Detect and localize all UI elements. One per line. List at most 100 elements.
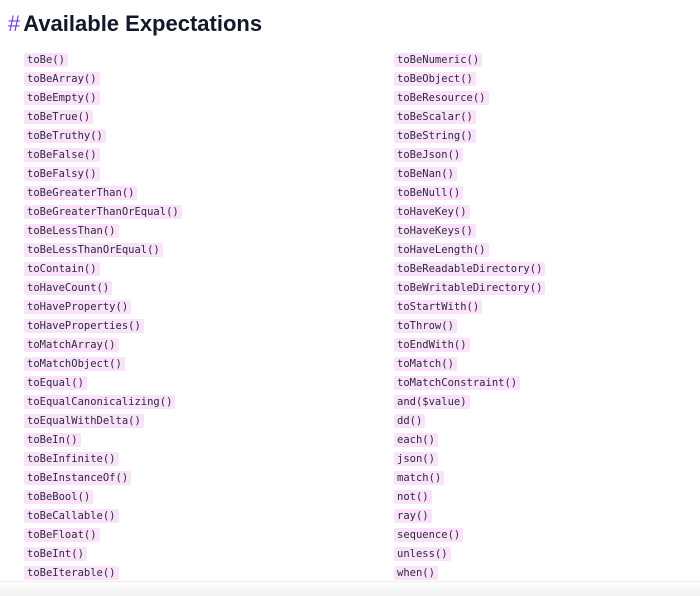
- expectation-link[interactable]: toBeJson(): [394, 147, 464, 162]
- expectation-link[interactable]: toBeFloat(): [24, 527, 100, 542]
- expectation-link[interactable]: toHaveLength(): [394, 242, 489, 257]
- expectation-link[interactable]: toHaveCount(): [24, 280, 113, 295]
- expectation-link[interactable]: toBeNull(): [394, 185, 464, 200]
- list-item: toStartWith(): [394, 297, 545, 316]
- expectation-link[interactable]: toMatchConstraint(): [394, 375, 521, 390]
- expectation-link[interactable]: toBeNan(): [394, 166, 457, 181]
- page-title: # Available Expectations: [8, 10, 262, 38]
- expectations-list-left: toBe() toBeArray() toBeEmpty() toBeTrue() to…: [24, 50, 182, 582]
- expectation-link[interactable]: toBeIn(): [24, 432, 81, 447]
- list-item: toBeLessThanOrEqual(): [24, 240, 182, 259]
- expectation-link[interactable]: toBeWritableDirectory(): [394, 280, 546, 295]
- expectation-link[interactable]: toBe(): [24, 52, 68, 67]
- expectations-list-right: toBeNumeric() toBeObject() toBeResource() t…: [394, 50, 546, 582]
- list-item: toBeGreaterThan(): [24, 183, 182, 202]
- expectation-link[interactable]: toBeIterable(): [24, 565, 119, 580]
- list-item: toBeFalsy(): [24, 164, 182, 183]
- list-item: sequence(): [394, 525, 545, 544]
- expectation-link[interactable]: toBeInfinite(): [24, 451, 119, 466]
- expectation-link[interactable]: toBeGreaterThan(): [24, 185, 138, 200]
- expectation-link[interactable]: toBeGreaterThanOrEqual(): [24, 204, 182, 219]
- expectation-link[interactable]: sequence(): [394, 527, 464, 542]
- expectation-link[interactable]: toBeTruthy(): [24, 128, 106, 143]
- expectation-link[interactable]: toContain(): [24, 261, 100, 276]
- list-item: toBeInfinite(): [24, 449, 182, 468]
- expectation-link[interactable]: toBeReadableDirectory(): [394, 261, 546, 276]
- list-item: each(): [394, 430, 545, 449]
- expectation-link[interactable]: toHaveKeys(): [394, 223, 476, 238]
- list-item: toEqual(): [24, 373, 182, 392]
- heading-anchor-link[interactable]: #: [8, 11, 20, 36]
- list-item: toBeEmpty(): [24, 88, 182, 107]
- expectation-link[interactable]: toEqualCanonicalizing(): [24, 394, 176, 409]
- list-item: unless(): [394, 544, 545, 563]
- expectation-link[interactable]: toHaveKey(): [394, 204, 470, 219]
- list-item: and($value): [394, 392, 545, 411]
- expectation-link[interactable]: toBeString(): [394, 128, 476, 143]
- list-item: toBeNull(): [394, 183, 545, 202]
- expectation-link[interactable]: toEndWith(): [394, 337, 470, 352]
- expectation-link[interactable]: toMatch(): [394, 356, 457, 371]
- list-item: toBeReadableDirectory(): [394, 259, 546, 278]
- expectation-link[interactable]: toMatchArray(): [24, 337, 119, 352]
- expectation-link[interactable]: toBeLessThan(): [24, 223, 119, 238]
- list-item: toThrow(): [394, 316, 545, 335]
- expectation-link[interactable]: toBeFalse(): [24, 147, 100, 162]
- expectation-link[interactable]: and($value): [394, 394, 470, 409]
- list-item: dd(): [394, 411, 545, 430]
- expectation-link[interactable]: toBeArray(): [24, 71, 100, 86]
- expectation-link[interactable]: toBeFalsy(): [24, 166, 100, 181]
- expectation-link[interactable]: toBeCallable(): [24, 508, 119, 523]
- list-item: toBeWritableDirectory(): [394, 278, 546, 297]
- list-item: toBeLessThan(): [24, 221, 182, 240]
- list-item: toBeInstanceOf(): [24, 468, 182, 487]
- expectation-link[interactable]: when(): [394, 565, 438, 580]
- list-item: ray(): [394, 506, 545, 525]
- expectation-link[interactable]: toHaveProperty(): [24, 299, 132, 314]
- page-bottom-edge: [0, 581, 700, 596]
- expectation-link[interactable]: each(): [394, 432, 438, 447]
- expectation-link[interactable]: toMatchObject(): [24, 356, 125, 371]
- list-item: match(): [394, 468, 545, 487]
- expectation-link[interactable]: toBeObject(): [394, 71, 476, 86]
- expectation-link[interactable]: toEqualWithDelta(): [24, 413, 144, 428]
- list-item: toHaveKeys(): [394, 221, 545, 240]
- expectation-link[interactable]: toThrow(): [394, 318, 457, 333]
- expectation-link[interactable]: not(): [394, 489, 432, 504]
- list-item: toBeIn(): [24, 430, 182, 449]
- expectation-link[interactable]: toBeEmpty(): [24, 90, 100, 105]
- list-item: toContain(): [24, 259, 182, 278]
- list-item: toEqualCanonicalizing(): [24, 392, 182, 411]
- list-item: toBeFloat(): [24, 525, 182, 544]
- expectation-link[interactable]: toBeTrue(): [24, 109, 94, 124]
- expectation-link[interactable]: toStartWith(): [394, 299, 483, 314]
- expectation-link[interactable]: json(): [394, 451, 438, 466]
- list-item: toBeScalar(): [394, 107, 545, 126]
- expectation-link[interactable]: match(): [394, 470, 445, 485]
- list-item: toHaveProperties(): [24, 316, 182, 335]
- list-item: toHaveKey(): [394, 202, 545, 221]
- list-item: toBeFalse(): [24, 145, 182, 164]
- expectation-link[interactable]: toBeInt(): [24, 546, 87, 561]
- expectation-link[interactable]: toBeNumeric(): [394, 52, 483, 67]
- list-item: toBeTrue(): [24, 107, 182, 126]
- list-item: toBeIterable(): [24, 563, 182, 582]
- expectation-link[interactable]: toBeBool(): [24, 489, 94, 504]
- list-item: toMatchArray(): [24, 335, 182, 354]
- list-item: toBeBool(): [24, 487, 182, 506]
- expectation-link[interactable]: toBeResource(): [394, 90, 489, 105]
- list-item: toMatchObject(): [24, 354, 182, 373]
- list-item: toBeObject(): [394, 69, 545, 88]
- expectation-link[interactable]: ray(): [394, 508, 432, 523]
- expectation-link[interactable]: toHaveProperties(): [24, 318, 144, 333]
- list-item: not(): [394, 487, 545, 506]
- expectation-link[interactable]: toBeLessThanOrEqual(): [24, 242, 163, 257]
- expectation-link[interactable]: unless(): [394, 546, 451, 561]
- expectation-link[interactable]: dd(): [394, 413, 426, 428]
- list-item: toHaveProperty(): [24, 297, 182, 316]
- expectation-link[interactable]: toBeInstanceOf(): [24, 470, 132, 485]
- list-item: toBeJson(): [394, 145, 545, 164]
- list-item: toBeArray(): [24, 69, 182, 88]
- expectation-link[interactable]: toEqual(): [24, 375, 87, 390]
- expectation-link[interactable]: toBeScalar(): [394, 109, 476, 124]
